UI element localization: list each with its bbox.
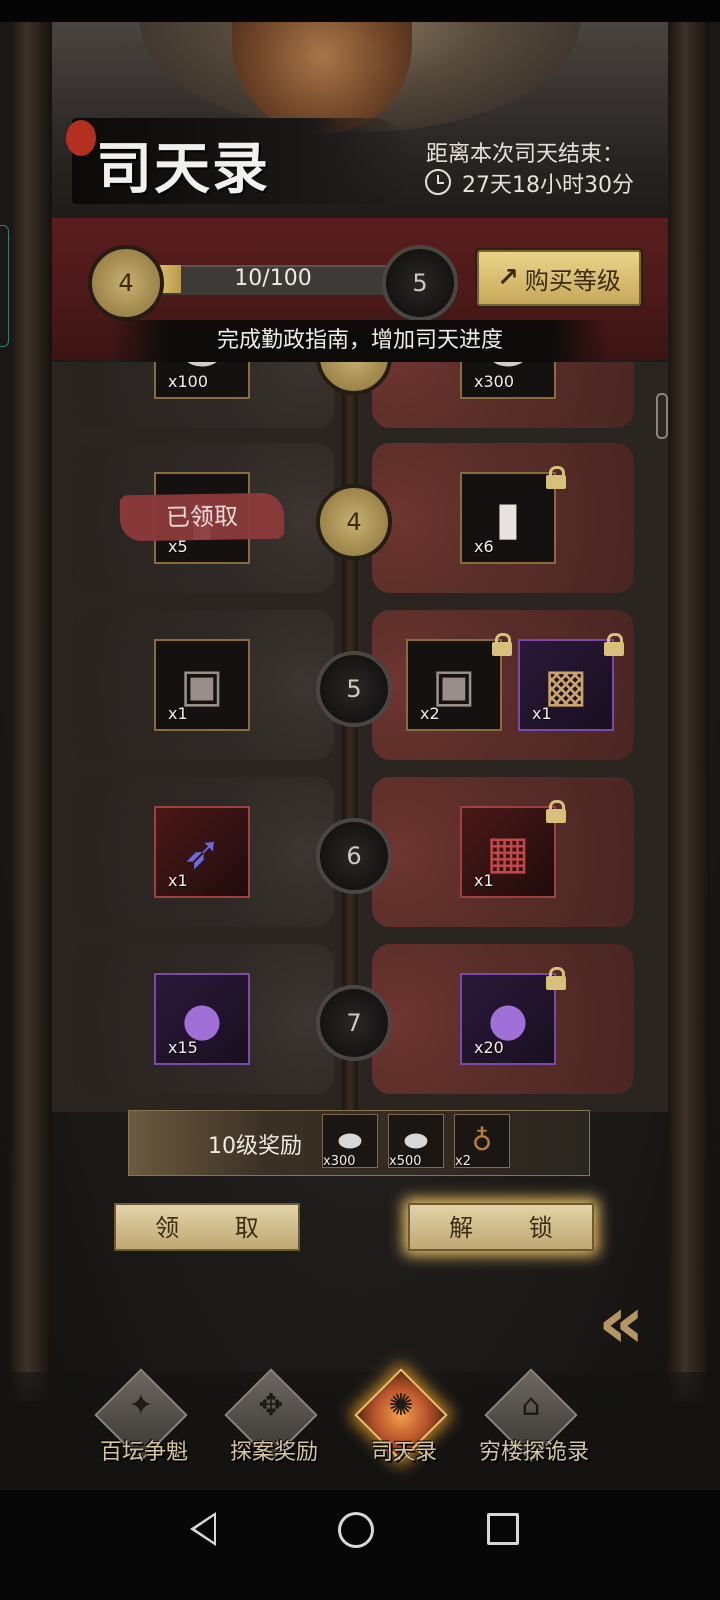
lock-icon xyxy=(491,633,513,657)
silver-ingot-icon: ⬬ xyxy=(338,1124,362,1157)
up-arrow-icon: ↗ xyxy=(497,263,519,293)
tab-label: 探案奖励 xyxy=(229,1440,318,1465)
claim-button[interactable]: 领 取 xyxy=(114,1203,300,1251)
item-quantity: x100 xyxy=(168,372,209,391)
back-icon[interactable] xyxy=(190,1512,216,1546)
reward-item[interactable]: ▣ x2 xyxy=(406,639,502,731)
red-chest-icon: ▦ xyxy=(486,825,530,879)
left-pillar xyxy=(10,22,52,1402)
clock-icon xyxy=(425,169,451,195)
lock-icon xyxy=(545,800,567,824)
next-level-badge: 5 xyxy=(382,245,458,321)
item-quantity: x1 xyxy=(168,871,188,890)
lock-icon xyxy=(603,633,625,657)
home-icon[interactable] xyxy=(338,1512,374,1548)
silver-ingot-icon: ⬬ xyxy=(404,1124,428,1157)
unlock-button[interactable]: 解 锁 xyxy=(408,1203,594,1251)
purple-orb-icon: ● xyxy=(181,992,223,1046)
tab-tower[interactable]: ⌂ 穷楼探诡录 xyxy=(474,1368,594,1478)
tab-label: 司天录 xyxy=(370,1440,437,1465)
token-plaque-icon: ▣ xyxy=(432,658,476,712)
recent-apps-icon[interactable] xyxy=(487,1513,519,1545)
item-quantity: x1 xyxy=(168,704,188,723)
lock-icon xyxy=(545,967,567,991)
case-reward-icon: ✥ xyxy=(258,1388,284,1423)
sky-record-icon: ✺ xyxy=(388,1388,414,1423)
treasure-chest-icon: ▩ xyxy=(544,658,588,712)
reward-item[interactable]: ▦ x1 xyxy=(460,806,556,898)
scrollbar[interactable] xyxy=(656,393,668,439)
countdown-label: 距离本次司天结束： xyxy=(426,142,625,167)
page-title: 司天录 xyxy=(96,136,270,202)
level-node: 4 xyxy=(316,484,392,560)
item-quantity: x20 xyxy=(474,1038,504,1057)
bonus-reward-item[interactable]: ♁ x2 xyxy=(454,1114,510,1169)
reward-item[interactable]: ● x15 xyxy=(154,973,250,1065)
buy-level-button[interactable]: ↗ 购买等级 xyxy=(477,250,641,306)
item-quantity: x300 xyxy=(474,372,515,391)
item-quantity: x15 xyxy=(168,1038,198,1057)
silk-roll-icon: ▮ xyxy=(495,491,521,545)
item-quantity: x1 xyxy=(474,871,494,890)
right-pillar xyxy=(668,22,710,1402)
tab-case-reward[interactable]: ✥ 探案奖励 xyxy=(214,1368,334,1478)
tab-tournament[interactable]: ✦ 百坛争魁 xyxy=(84,1368,204,1478)
lock-icon xyxy=(545,466,567,490)
level-node: 7 xyxy=(316,985,392,1061)
level-node: 5 xyxy=(316,651,392,727)
tab-label: 百坛争魁 xyxy=(99,1440,188,1465)
level-node: 6 xyxy=(316,818,392,894)
token-plaque-icon: ▣ xyxy=(180,658,224,712)
tab-sky-record[interactable]: ✺ 司天录 xyxy=(344,1368,464,1478)
claimed-stamp: 已领取 xyxy=(119,492,285,542)
item-quantity: x500 xyxy=(389,1154,422,1169)
item-quantity: x6 xyxy=(474,537,494,556)
progress-text: 10/100 xyxy=(234,266,312,291)
item-quantity: x1 xyxy=(532,704,552,723)
item-quantity: x300 xyxy=(323,1154,356,1169)
money-bag-icon: ♁ xyxy=(471,1124,493,1157)
reward-item[interactable]: ➶ x1 xyxy=(154,806,250,898)
level-10-reward-label: 10级奖励 xyxy=(208,1134,302,1159)
countdown-value: 27天18小时30分 xyxy=(462,173,634,198)
item-quantity: x2 xyxy=(420,704,440,723)
tab-label: 穷楼探诡录 xyxy=(478,1440,589,1465)
collapse-arrows-icon[interactable]: « xyxy=(598,1280,644,1364)
tower-icon: ⌂ xyxy=(521,1388,541,1423)
reward-item[interactable]: ● x20 xyxy=(460,973,556,1065)
bonus-reward-item[interactable]: ⬬ x300 xyxy=(322,1114,378,1169)
crossbow-icon: ➶ xyxy=(182,825,222,879)
reward-item[interactable]: ▣ x1 xyxy=(154,639,250,731)
bonus-reward-item[interactable]: ⬬ x500 xyxy=(388,1114,444,1169)
progress-hint: 完成勤政指南，增加司天进度 xyxy=(110,320,610,362)
red-seal-icon xyxy=(66,120,96,156)
purple-orb-icon: ● xyxy=(487,992,529,1046)
tournament-icon: ✦ xyxy=(128,1388,154,1423)
item-quantity: x2 xyxy=(455,1154,471,1169)
current-level-badge: 4 xyxy=(88,245,164,321)
reward-item[interactable]: ▩ x1 xyxy=(518,639,614,731)
status-bar xyxy=(0,0,720,22)
side-drawer-handle[interactable] xyxy=(0,225,9,347)
buy-level-label: 购买等级 xyxy=(524,266,621,295)
reward-item[interactable]: ▮ x6 xyxy=(460,472,556,564)
